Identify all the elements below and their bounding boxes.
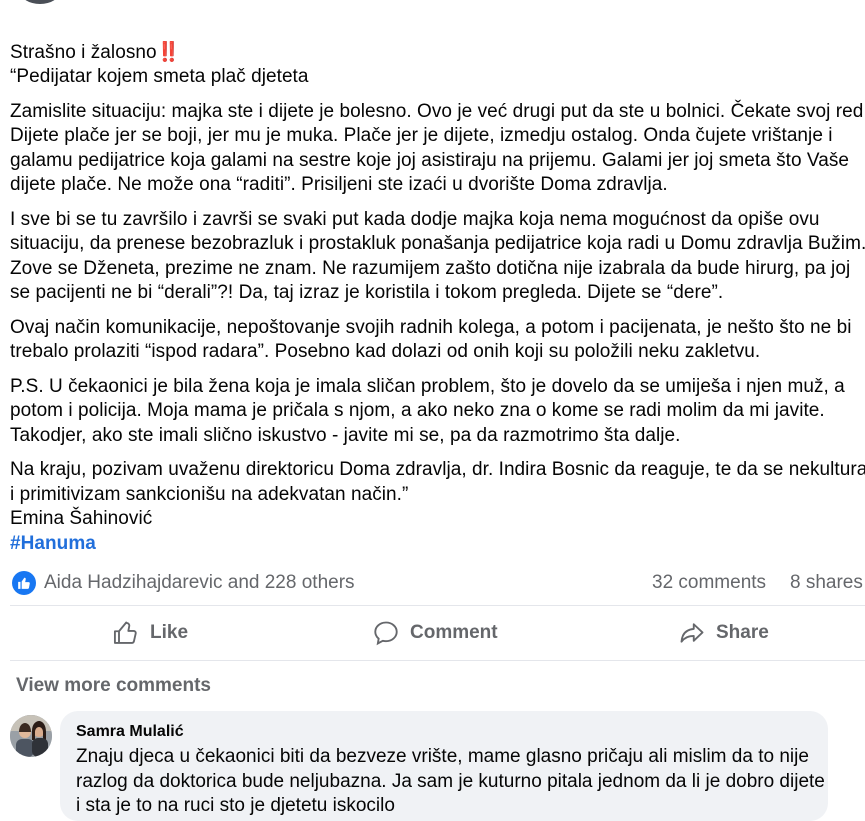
double-exclamation-icon: ‼️ [156,41,181,63]
like-icon[interactable] [12,571,36,595]
share-label: Share [716,622,769,643]
comment-button[interactable]: Comment [372,606,498,660]
post-subtitle: “Pedijatar kojem smeta plač djeteta [10,66,309,87]
commenter-avatar[interactable] [10,715,52,757]
comment-label: Comment [410,622,498,643]
post-paragraph: I sve bi se tu završilo i završi se svak… [10,208,865,304]
post-title: Strašno i žalosno‼️ [10,16,865,65]
reactions-summary: Aida Hadzihajdarevic and 228 others 32 c… [12,570,865,598]
comment-bubble: Samra Mulalić Znaju djeca u čekaonici bi… [60,711,828,821]
comment-text: Znaju djeca u čekaonici biti da bezveze … [76,746,825,816]
comments-count[interactable]: 32 comments [652,572,766,594]
post-paragraph: P.S. U čekaonici je bila žena koja je im… [10,375,845,446]
post-body: Strašno i žalosno‼️ “Pedijatar kojem sme… [10,16,865,556]
post-title-line1: Strašno i žalosno [10,41,157,63]
thumbs-up-icon [112,619,140,647]
post-paragraph: Zamislite situaciju: majka ste i dijete … [10,100,865,196]
shares-count[interactable]: 8 shares [790,572,863,594]
like-button[interactable]: Like [112,606,188,660]
post-paragraph: Ovaj način komunikacije, nepoštovanje sv… [10,316,852,363]
share-button[interactable]: Share [678,606,769,660]
reactors-text[interactable]: Aida Hadzihajdarevic and 228 others [44,572,355,594]
view-more-comments-link[interactable]: View more comments [16,675,211,697]
post-signature: Emina Šahinović [10,508,153,529]
like-label: Like [150,622,189,643]
post-paragraph: Na kraju, pozivam uvaženu direktoricu Do… [10,459,865,505]
comment-author[interactable]: Samra Mulalić [76,723,184,741]
hashtag-link[interactable]: #Hanuma [10,533,96,554]
share-arrow-icon [678,619,706,647]
post-actions: Like Comment Share [10,605,865,661]
poster-avatar[interactable] [20,0,60,4]
comment-bubble-icon [372,619,400,647]
